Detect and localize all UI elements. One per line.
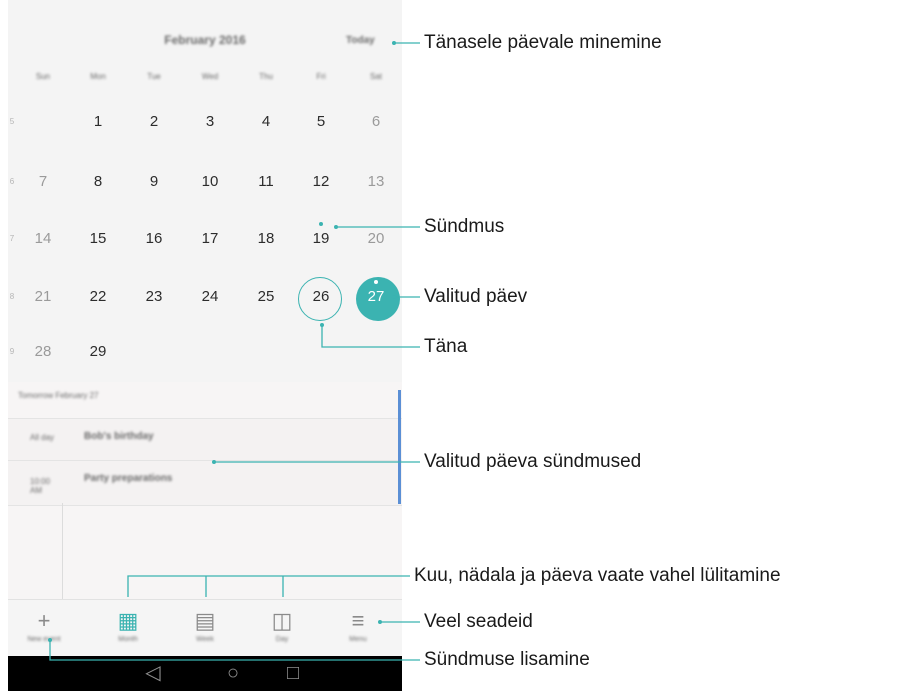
callout-selected-day-events: Valitud päeva sündmused [424,451,642,472]
callout-switch-views: Kuu, nädala ja päeva vaate vahel lülitam… [414,565,781,586]
callout-event: Sündmus [424,216,505,237]
callout-add-event: Sündmuse lisamine [424,649,590,670]
callout-selected-day: Valitud päev [424,286,528,307]
callout-more-settings: Veel seadeid [424,611,533,632]
callout-goto-today: Tänasele päevale minemine [424,32,662,53]
callout-today: Täna [424,336,468,357]
